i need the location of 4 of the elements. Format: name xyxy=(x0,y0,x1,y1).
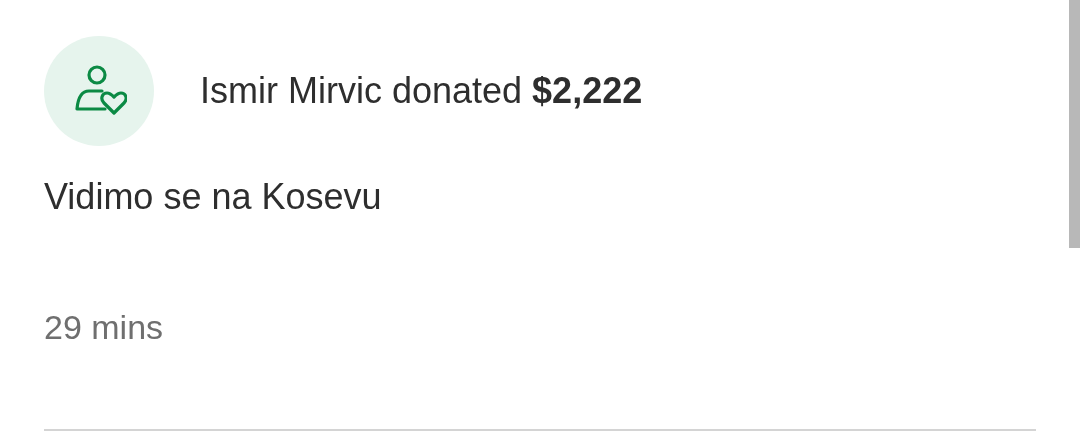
donation-headline: Ismir Mirvic donated $2,222 xyxy=(200,69,643,113)
scrollbar[interactable] xyxy=(1069,0,1080,248)
donation-time: 29 mins xyxy=(44,307,165,348)
donation-message: Vidimo se na Kosevu xyxy=(44,175,383,219)
